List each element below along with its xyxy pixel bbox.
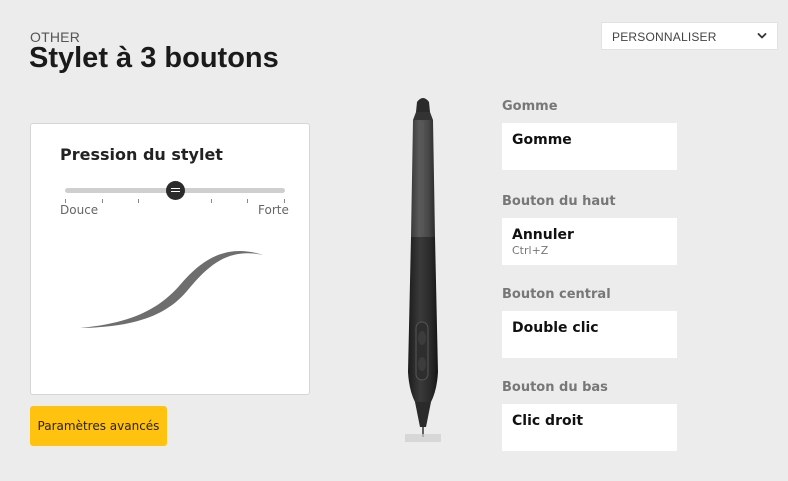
page-title: Stylet à 3 boutons	[29, 42, 279, 74]
top-button-shortcut: Ctrl+Z	[512, 244, 549, 257]
eraser-function-field[interactable]: Gomme	[502, 123, 677, 170]
middle-button-section-label: Bouton central	[502, 287, 611, 302]
top-button-function-value: Annuler	[512, 227, 574, 243]
pressure-title: Pression du stylet	[60, 145, 223, 164]
slider-tick	[247, 199, 248, 203]
advanced-settings-button[interactable]: Paramètres avancés	[30, 406, 167, 446]
middle-button-function-field[interactable]: Double clic	[502, 311, 677, 358]
slider-tick	[102, 199, 103, 203]
pressure-card: Pression du stylet Douce Forte	[30, 123, 310, 395]
pressure-stroke-preview	[80, 250, 263, 328]
middle-button-function-value: Double clic	[512, 320, 599, 336]
slider-tick	[211, 199, 212, 203]
bottom-button-section-label: Bouton du bas	[502, 380, 608, 395]
pressure-min-label: Douce	[60, 203, 99, 217]
stylus-image	[405, 98, 441, 442]
profile-dropdown-value: PERSONNALISER	[612, 30, 717, 44]
pressure-max-label: Forte	[258, 203, 289, 217]
slider-tick	[138, 199, 139, 203]
bottom-button-function-field[interactable]: Clic droit	[502, 404, 677, 451]
profile-dropdown[interactable]: PERSONNALISER	[601, 22, 778, 50]
chevron-down-icon	[757, 33, 767, 39]
bottom-button-function-value: Clic droit	[512, 413, 584, 429]
eraser-function-value: Gomme	[512, 132, 572, 148]
pressure-slider-thumb[interactable]	[165, 181, 185, 200]
top-button-function-field[interactable]: Annuler Ctrl+Z	[502, 218, 677, 265]
eraser-section-label: Gomme	[502, 99, 558, 114]
top-button-section-label: Bouton du haut	[502, 194, 616, 209]
